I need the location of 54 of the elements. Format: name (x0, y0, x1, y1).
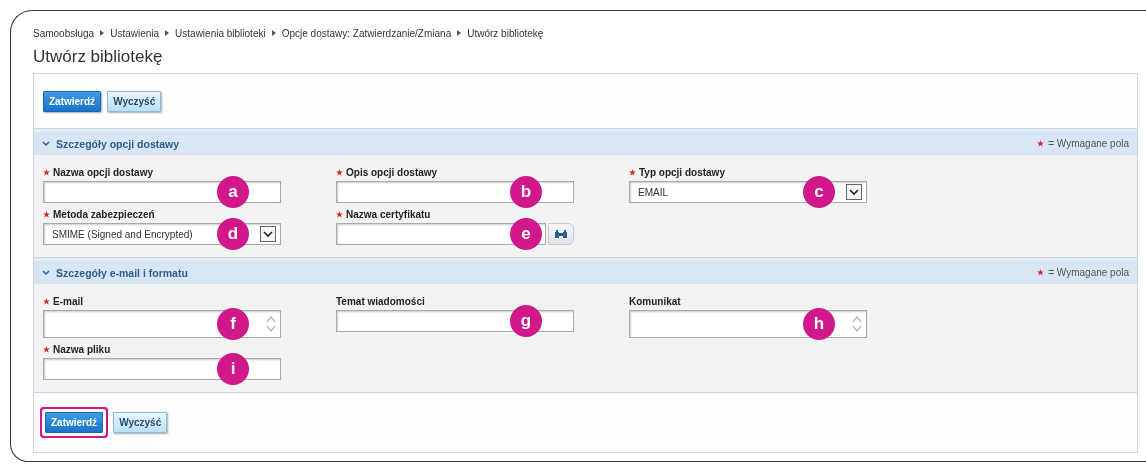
callout-marker: b (510, 176, 542, 208)
field-label: Temat wiadomości (336, 296, 425, 307)
breadcrumb-link[interactable]: Ustawienia (110, 27, 160, 39)
text-area[interactable] (43, 310, 281, 338)
required-star-icon (43, 346, 50, 353)
breadcrumb-separator-icon (271, 30, 276, 36)
section-toggle[interactable]: Szczegóły opcji dostawy (42, 137, 180, 150)
callout-marker: d (217, 218, 249, 250)
clear-button[interactable]: Wyczyść (113, 412, 168, 433)
callout-marker: e (510, 218, 542, 250)
required-star-icon (1037, 140, 1045, 147)
callout-marker: c (803, 176, 835, 208)
required-legend: = Wymagane pola (1037, 138, 1129, 149)
text-field[interactable] (336, 181, 574, 203)
field-label: E-mail (53, 296, 83, 307)
callout-marker: a (217, 176, 249, 208)
field-label: Komunikat (629, 296, 681, 307)
callout-marker: g (510, 305, 542, 337)
breadcrumb-link[interactable]: Ustawienia biblioteki (175, 27, 266, 39)
spin-arrows-icon (852, 314, 862, 334)
field-label: Nazwa certyfikatu (346, 209, 431, 220)
breadcrumb-link[interactable]: Samoobsługa (33, 27, 95, 39)
breadcrumb-link[interactable]: Opcje dostawy: Zatwierdzanie/Zmiana (281, 27, 452, 39)
field-label: Nazwa opcji dostawy (53, 167, 154, 178)
chevron-down-icon[interactable] (42, 269, 50, 276)
field-label: Metoda zabezpieczeń (53, 209, 155, 220)
callout-marker: h (803, 308, 835, 340)
required-legend: = Wymagane pola (1037, 267, 1129, 278)
section-toggle[interactable]: Szczegóły e-mail i formatu (42, 266, 188, 279)
text-field[interactable] (336, 310, 574, 332)
required-star-icon (43, 211, 50, 218)
required-star-icon (336, 211, 343, 218)
required-star-icon (336, 169, 343, 176)
spin-arrows-icon (266, 314, 276, 334)
field-label: Typ opcji dostawy (639, 167, 725, 178)
text-area[interactable] (629, 310, 867, 338)
required-star-icon (43, 169, 50, 176)
breadcrumb-separator-icon (100, 30, 105, 36)
clear-button[interactable]: Wyczyść (107, 90, 162, 112)
callout-marker: i (217, 353, 249, 385)
required-star-icon (43, 298, 50, 305)
submit-button[interactable]: Zatwierdź (43, 90, 102, 112)
chevron-down-icon (846, 184, 862, 200)
chevron-down-icon (260, 226, 276, 242)
breadcrumb-separator-icon (457, 30, 462, 36)
binoculars-icon[interactable] (548, 223, 574, 245)
breadcrumb-separator-icon (165, 30, 170, 36)
field-label: Opis opcji dostawy (346, 167, 438, 178)
page-title: Utwórz bibliotekę (33, 47, 164, 67)
required-star-icon (1037, 269, 1045, 276)
chevron-down-icon[interactable] (42, 140, 50, 147)
required-star-icon (629, 169, 636, 176)
field-label: Nazwa pliku (53, 344, 111, 355)
callout-marker: f (217, 308, 249, 340)
